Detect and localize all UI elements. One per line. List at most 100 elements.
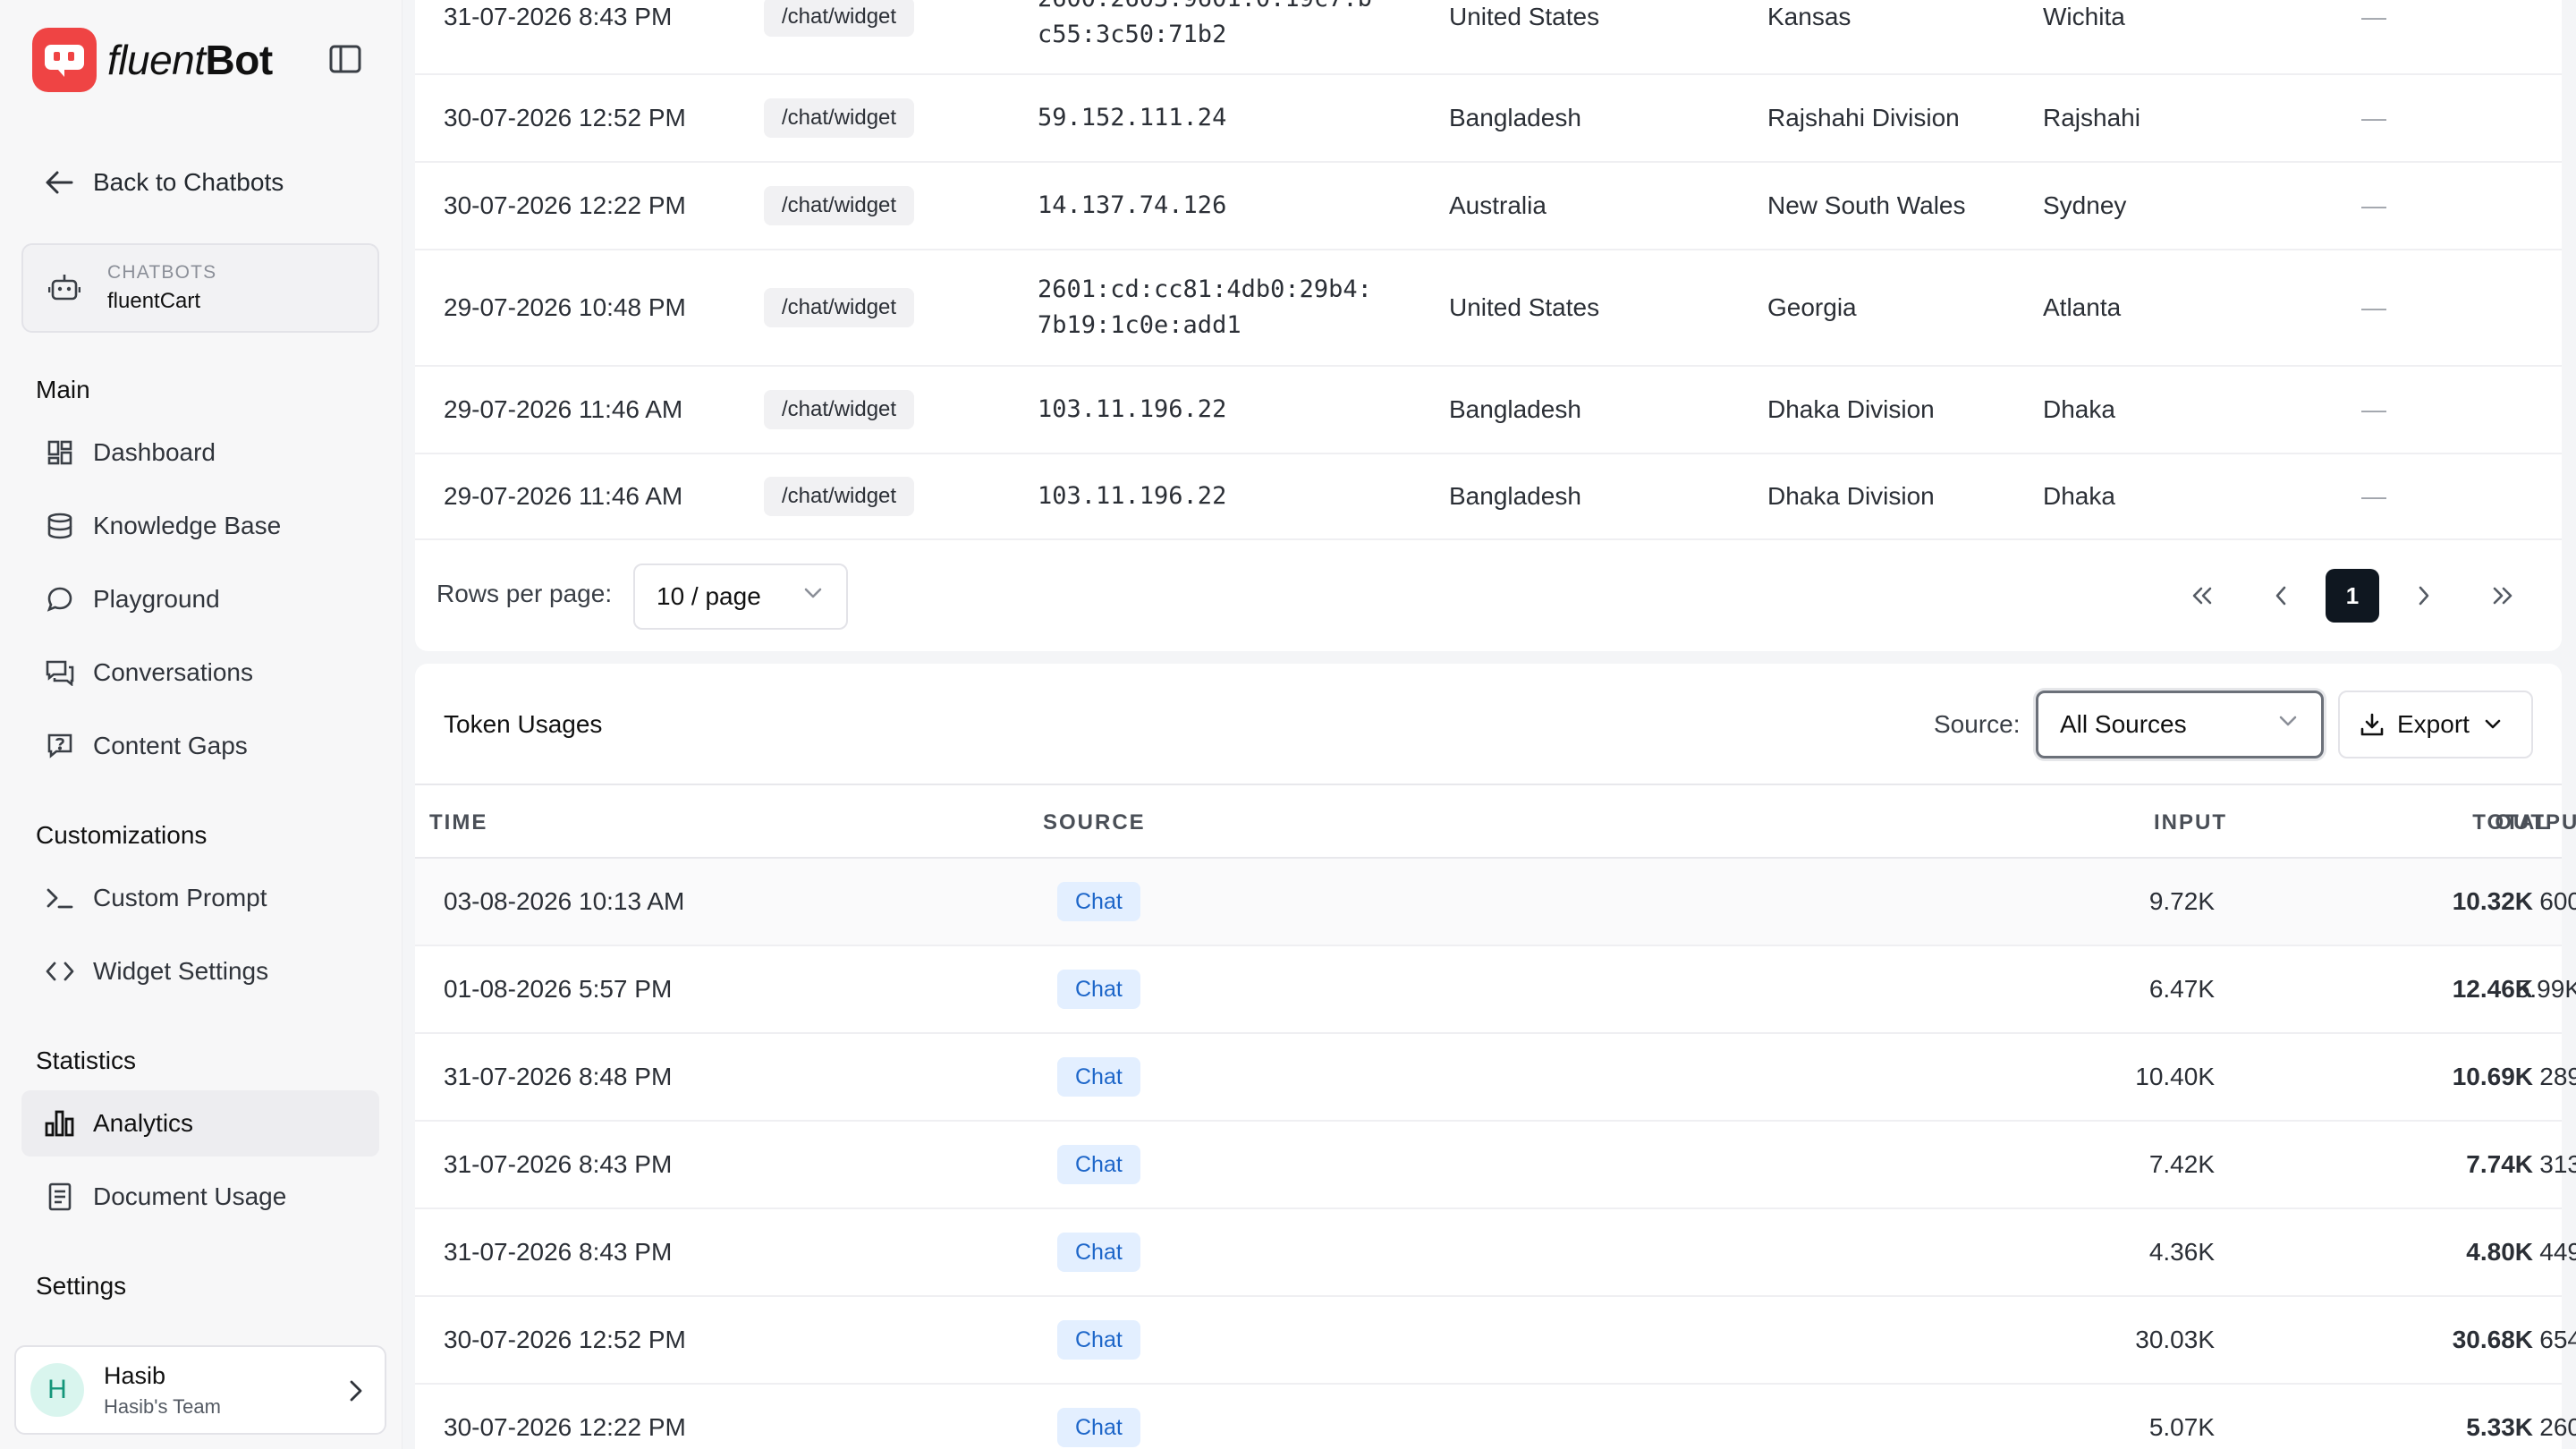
usage-total: 7.74K (2466, 1150, 2533, 1178)
source-filter-label: Source: (1934, 710, 2021, 738)
visit-city: Sydney (2043, 191, 2127, 219)
visit-country: United States (1449, 293, 1600, 321)
user-team: Hasib's Team (104, 1394, 221, 1418)
sidebar-item-document-usage[interactable]: Document Usage (21, 1164, 379, 1230)
last-page-button[interactable] (2476, 569, 2529, 623)
visit-region: New South Wales (1767, 191, 1966, 219)
table-row: 30-07-2026 12:22 PM Chat 5.07K 260 5.33K (415, 1385, 2576, 1449)
sidebar-toggle-icon[interactable] (329, 45, 365, 77)
visit-time: 30-07-2026 12:52 PM (444, 104, 686, 131)
source-filter-select[interactable]: All Sources (2036, 691, 2324, 758)
usage-total: 5.33K (2466, 1413, 2533, 1441)
source-badge: Chat (1057, 882, 1140, 921)
usage-total: 4.80K (2466, 1238, 2533, 1266)
download-icon (2360, 713, 2384, 736)
token-usages-header: Token Usages Source: All Sources Export (415, 664, 2562, 785)
question-icon (45, 731, 75, 761)
sidebar-item-label: Conversations (93, 658, 253, 686)
visit-region: Georgia (1767, 293, 1857, 321)
route-badge: /chat/widget (764, 288, 915, 327)
token-usages-panel: Token Usages Source: All Sources Export … (415, 664, 2576, 1449)
usage-time: 30-07-2026 12:52 PM (444, 1326, 686, 1353)
sidebar-item-label: Document Usage (93, 1182, 287, 1210)
chatbot-switcher[interactable]: CHATBOTS fluentCart (21, 243, 379, 333)
route-badge: /chat/widget (764, 98, 915, 138)
fluentbot-logo-icon (32, 28, 97, 92)
chevron-left-icon (2275, 586, 2286, 606)
sidebar-item-label: Playground (93, 585, 220, 613)
sidebar-item-label: Dashboard (93, 438, 216, 466)
rows-per-page-label: Rows per page: (436, 580, 613, 607)
visit-time: 30-07-2026 12:22 PM (444, 191, 686, 219)
table-row: 29-07-2026 11:46 AM /chat/widget 103.11.… (415, 454, 2562, 540)
column-header-source[interactable]: SOURCE (1043, 810, 1146, 835)
sidebar-item-analytics[interactable]: Analytics (21, 1090, 379, 1157)
visit-extra: — (2361, 482, 2386, 510)
dashboard-icon (45, 437, 75, 468)
bar-chart-icon (45, 1108, 75, 1139)
table-row: 31-07-2026 8:48 PM Chat 10.40K 289 10.69… (415, 1034, 2576, 1122)
visit-time: 29-07-2026 10:48 PM (444, 293, 686, 321)
usage-time: 01-08-2026 5:57 PM (444, 975, 673, 1003)
visit-country: Bangladesh (1449, 395, 1581, 423)
source-badge: Chat (1057, 1233, 1140, 1272)
double-chevron-left-icon (2192, 587, 2212, 605)
page-button-current[interactable]: 1 (2326, 569, 2379, 623)
usage-total: 10.69K (2452, 1063, 2533, 1090)
source-badge: Chat (1057, 1408, 1140, 1447)
usage-total: 30.68K (2452, 1326, 2533, 1353)
sidebar: fluentBot Back to Chatbots CHATBOTS flue… (0, 0, 402, 1449)
page-size-select[interactable]: 10 / page (633, 564, 848, 630)
sidebar-item-playground[interactable]: Playground (21, 566, 379, 632)
sidebar-item-label: Custom Prompt (93, 884, 267, 911)
next-page-button[interactable] (2397, 569, 2451, 623)
visit-extra: — (2361, 191, 2386, 219)
brand-name: fluentBot (107, 37, 273, 83)
visit-extra: — (2361, 293, 2386, 321)
database-icon (45, 511, 75, 541)
usage-time: 30-07-2026 12:22 PM (444, 1413, 686, 1441)
column-header-total[interactable]: TOTAL (2204, 810, 2551, 835)
export-button[interactable]: Export (2338, 691, 2533, 758)
section-title-settings: Settings (36, 1272, 127, 1300)
back-to-chatbots-link[interactable]: Back to Chatbots (45, 165, 284, 200)
arrow-left-icon (46, 171, 73, 194)
chevron-down-icon (2485, 719, 2501, 729)
chevron-right-icon (2419, 586, 2429, 606)
visit-city: Wichita (2043, 3, 2125, 30)
avatar: H (30, 1363, 84, 1417)
visit-ip: 103.11.196.22 (1038, 395, 1227, 423)
brand[interactable]: fluentBot (32, 27, 273, 93)
robot-icon (48, 275, 80, 301)
sidebar-item-knowledge-base[interactable]: Knowledge Base (21, 493, 379, 559)
sidebar-item-widget-settings[interactable]: Widget Settings (21, 938, 379, 1004)
usage-total: 10.32K (2452, 887, 2533, 915)
sidebar-item-conversations[interactable]: Conversations (21, 640, 379, 706)
visit-time: 29-07-2026 11:46 AM (444, 482, 683, 510)
sidebar-item-label: Widget Settings (93, 957, 269, 985)
usage-time: 31-07-2026 8:48 PM (444, 1063, 673, 1090)
route-badge: /chat/widget (764, 0, 915, 37)
visit-region: Kansas (1767, 3, 1852, 30)
visit-country: United States (1449, 3, 1600, 30)
user-menu[interactable]: H Hasib Hasib's Team (14, 1345, 386, 1435)
prev-page-button[interactable] (2254, 569, 2308, 623)
visit-ip: 103.11.196.22 (1038, 482, 1227, 510)
visit-city: Dhaka (2043, 482, 2115, 510)
token-usages-title: Token Usages (444, 710, 603, 738)
column-header-time[interactable]: TIME (429, 810, 487, 835)
visit-ip: 14.137.74.126 (1038, 191, 1227, 219)
chatbot-card-value: fluentCart (107, 289, 201, 313)
sidebar-item-content-gaps[interactable]: Content Gaps (21, 713, 379, 779)
source-badge: Chat (1057, 1145, 1140, 1184)
sidebar-item-dashboard[interactable]: Dashboard (21, 419, 379, 486)
table-row: 31-07-2026 8:43 PM Chat 4.36K 449 4.80K (415, 1209, 2576, 1297)
sidebar-item-custom-prompt[interactable]: Custom Prompt (21, 865, 379, 931)
table-row: 29-07-2026 11:46 AM /chat/widget 103.11.… (415, 367, 2562, 454)
double-chevron-right-icon (2493, 587, 2512, 605)
visit-ip: 2601:cd:cc81:4db0:29b4: 7b19:1c0e:add1 (1038, 275, 1372, 339)
visit-city: Rajshahi (2043, 104, 2140, 131)
back-label: Back to Chatbots (93, 168, 284, 196)
first-page-button[interactable] (2175, 569, 2229, 623)
table-row: 29-07-2026 10:48 PM /chat/widget 2601:cd… (415, 250, 2562, 367)
